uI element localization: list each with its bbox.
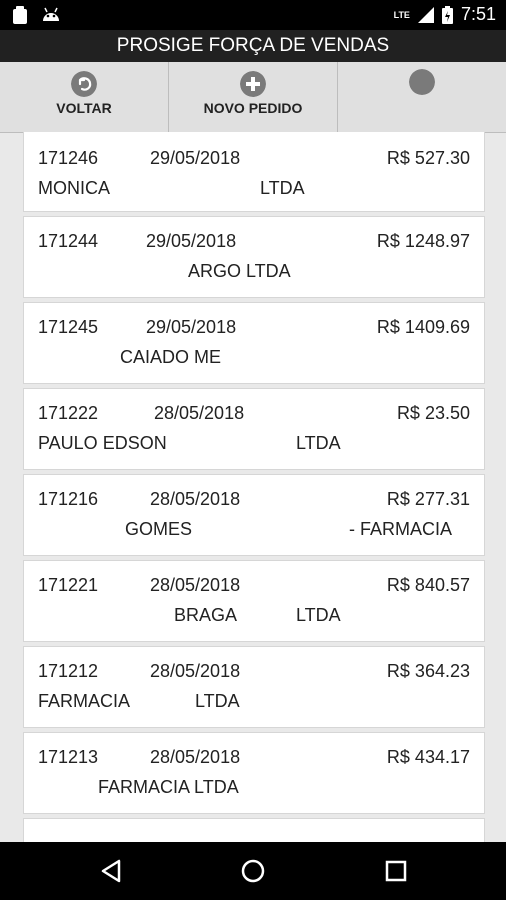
order-row[interactable]: 171244 29/05/2018 R$ 1248.97 ARGO LTDA (23, 216, 485, 298)
orders-list[interactable]: 171246 29/05/2018 R$ 527.30 MONICA LTDA … (23, 132, 485, 842)
order-date: 29/05/2018 (146, 317, 237, 337)
client-name-suffix: - FARMACIA (349, 519, 453, 539)
client-name: MONICA (38, 178, 110, 198)
clipboard-icon (13, 6, 27, 24)
client-name-suffix: LTDA (195, 691, 240, 711)
order-total: R$ 277.31 (386, 489, 470, 509)
back-button-label: VOLTAR (56, 100, 112, 116)
order-row[interactable]: 171222 28/05/2018 R$ 23.50 PAULO EDSON L… (23, 388, 485, 470)
order-row[interactable]: 171213 28/05/2018 R$ 434.17 FARMACIA LTD… (23, 732, 485, 814)
plus-circle-icon (240, 71, 266, 97)
order-number: 171221 (38, 575, 99, 595)
order-date: 28/05/2018 (150, 661, 241, 681)
nav-recents-icon[interactable] (381, 856, 411, 886)
order-number: 171212 (38, 661, 99, 681)
order-row[interactable]: 171246 29/05/2018 R$ 527.30 MONICA LTDA (23, 132, 485, 212)
order-total: R$ 840.57 (386, 575, 470, 595)
order-row[interactable]: 171245 29/05/2018 R$ 1409.69 CAIADO ME (23, 302, 485, 384)
android-icon (43, 7, 59, 21)
order-date: 29/05/2018 (146, 231, 237, 251)
order-date: 28/05/2018 (150, 747, 241, 767)
client-name-suffix: LTDA (260, 178, 305, 198)
order-date: 29/05/2018 (150, 148, 241, 168)
order-date: 28/05/2018 (150, 489, 241, 509)
system-nav-bar (0, 842, 506, 900)
battery-icon (441, 5, 453, 24)
nav-back-icon[interactable] (97, 856, 127, 886)
network-type: LTE (393, 9, 410, 20)
back-button[interactable]: VOLTAR (0, 62, 169, 132)
client-name: CAIADO ME (120, 347, 222, 367)
back-arrow-icon (71, 71, 97, 97)
order-total: R$ 434.17 (386, 747, 470, 767)
order-total: R$ 1248.97 (376, 231, 470, 251)
order-number: 171213 (38, 747, 99, 767)
new-order-button-label: NOVO PEDIDO (203, 100, 303, 116)
action-toolbar: VOLTAR NOVO PEDIDO (0, 62, 506, 133)
third-action-button[interactable] (338, 62, 506, 132)
signal-icon (417, 6, 434, 23)
order-date: 28/05/2018 (154, 403, 245, 423)
client-name: ARGO LTDA (188, 261, 291, 281)
order-total: R$ 364.23 (386, 661, 470, 681)
notification-icons (12, 6, 60, 24)
circle-icon (409, 69, 435, 95)
order-date: 28/05/2018 (150, 575, 241, 595)
client-name: FARMACIA LTDA (98, 777, 239, 797)
order-number: 171222 (38, 403, 99, 423)
order-row[interactable]: 171216 28/05/2018 R$ 277.31 GOMES - FARM… (23, 474, 485, 556)
new-order-button[interactable]: NOVO PEDIDO (169, 62, 338, 132)
page-title: PROSIGE FORÇA DE VENDAS (116, 35, 390, 56)
client-name: GOMES (125, 519, 193, 539)
order-total: R$ 1409.69 (376, 317, 470, 337)
order-row[interactable]: 171212 28/05/2018 R$ 364.23 FARMACIA LTD… (23, 646, 485, 728)
order-number: 171246 (38, 148, 99, 168)
client-name-suffix: LTDA (296, 605, 341, 625)
client-name: FARMACIA (38, 691, 131, 711)
order-row[interactable]: 171221 28/05/2018 R$ 840.57 BRAGA LTDA (23, 560, 485, 642)
status-bar: LTE 7:51 (0, 0, 506, 30)
client-name: BRAGA (174, 605, 238, 625)
order-total: R$ 23.50 (396, 403, 470, 423)
client-name-suffix: LTDA (296, 433, 341, 453)
app-title-bar: PROSIGE FORÇA DE VENDAS (0, 30, 506, 62)
order-number: 171245 (38, 317, 99, 337)
order-number: 171244 (38, 231, 99, 251)
clock: 7:51 (460, 4, 496, 24)
order-number: 171216 (38, 489, 99, 509)
client-name: PAULO EDSON (38, 433, 167, 453)
order-row-partial[interactable] (23, 818, 485, 842)
order-total: R$ 527.30 (386, 148, 470, 168)
nav-home-icon[interactable] (238, 856, 268, 886)
